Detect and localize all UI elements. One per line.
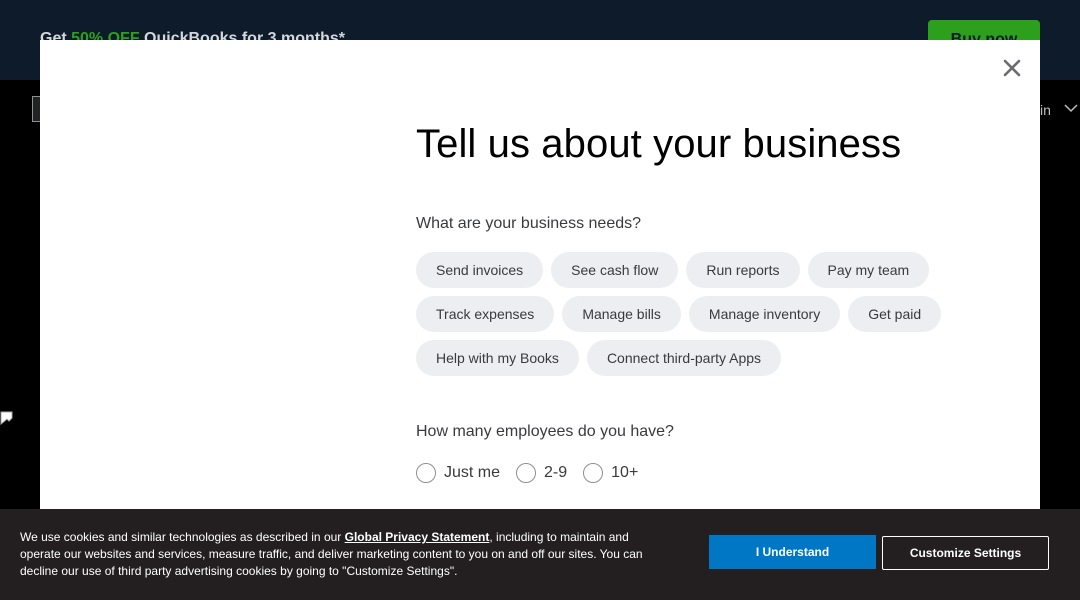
needs-question: What are your business needs?	[416, 215, 642, 232]
radio-2-9[interactable]: 2-9	[516, 463, 567, 483]
chevron-down-icon[interactable]	[1063, 100, 1079, 116]
radio-label: 2-9	[544, 464, 568, 481]
chip-manage-bills[interactable]: Manage bills	[562, 296, 681, 332]
radio-10-plus[interactable]: 10+	[583, 463, 638, 483]
chip-pay-my-team[interactable]: Pay my team	[807, 252, 930, 288]
chip-manage-inventory[interactable]: Manage inventory	[688, 296, 841, 332]
radio-circle[interactable]	[516, 463, 537, 483]
cookie-text-before: We use cookies and similar technologies …	[20, 530, 345, 544]
chip-see-cash-flow[interactable]: See cash flow	[551, 252, 679, 288]
radio-circle[interactable]	[583, 463, 604, 483]
chip-connect-apps[interactable]: Connect third-party Apps	[586, 340, 782, 376]
employees-radio-group: Just me 2-9 10+	[416, 463, 654, 483]
modal-title: Tell us about your business	[416, 122, 902, 166]
needs-chip-group: Send invoices See cash flow Run reports …	[416, 252, 976, 384]
radio-label: 10+	[611, 464, 639, 481]
close-icon[interactable]	[1002, 58, 1022, 78]
chip-run-reports[interactable]: Run reports	[686, 252, 800, 288]
customize-settings-button[interactable]: Customize Settings	[882, 536, 1049, 570]
radio-label: Just me	[444, 464, 501, 481]
i-understand-button[interactable]: I Understand	[709, 535, 876, 569]
chip-send-invoices[interactable]: Send invoices	[416, 252, 544, 288]
chip-row: Send invoices See cash flow Run reports …	[416, 252, 976, 288]
chip-row: Help with my Books Connect third-party A…	[416, 340, 976, 376]
privacy-statement-link[interactable]: Global Privacy Statement	[345, 530, 490, 544]
radio-circle[interactable]	[416, 463, 436, 483]
chip-track-expenses[interactable]: Track expenses	[416, 296, 555, 332]
cookie-text: We use cookies and similar technologies …	[20, 529, 650, 580]
sign-in-link[interactable]: in	[1040, 102, 1051, 118]
chip-get-paid[interactable]: Get paid	[848, 296, 942, 332]
radio-just-me[interactable]: Just me	[416, 463, 500, 483]
employees-question: How many employees do you have?	[416, 423, 674, 440]
chip-help-with-books[interactable]: Help with my Books	[416, 340, 579, 376]
chip-row: Track expenses Manage bills Manage inven…	[416, 296, 976, 332]
broken-image-icon	[0, 411, 13, 426]
